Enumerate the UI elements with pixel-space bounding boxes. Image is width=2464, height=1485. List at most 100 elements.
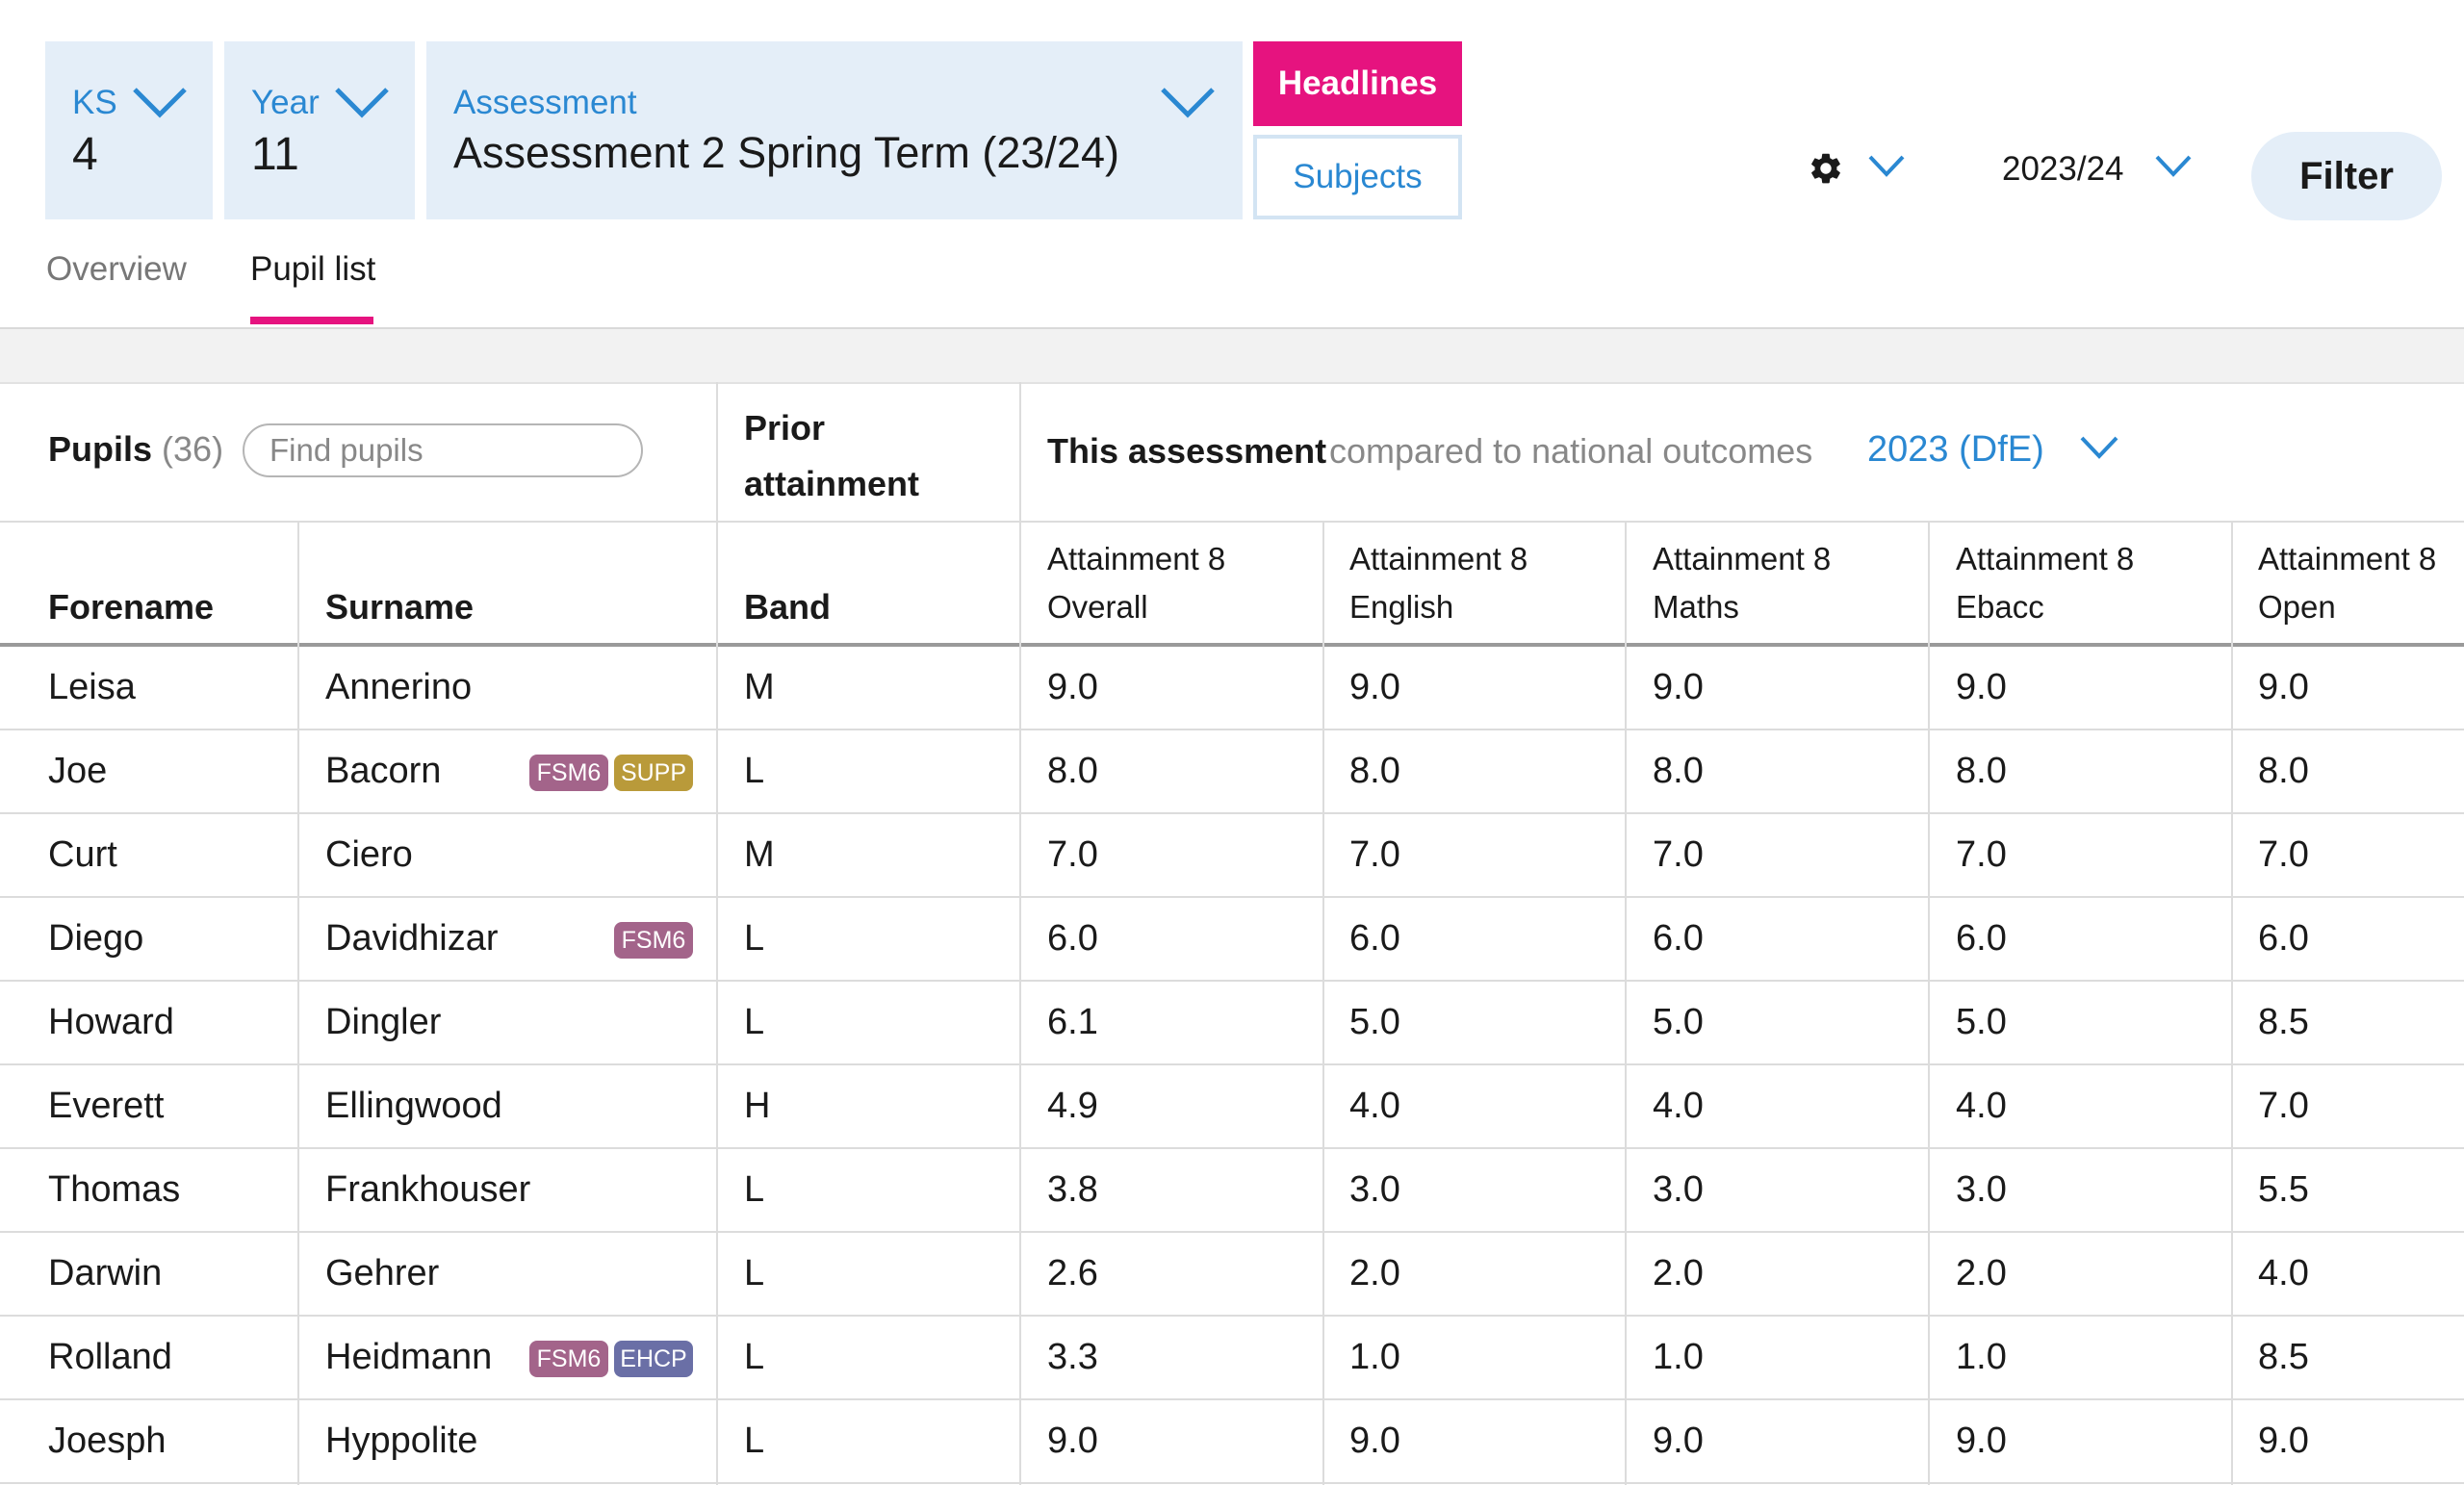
score-cell: 7.0 (1047, 834, 1098, 875)
table-row[interactable]: Joesph Hyppolite L 9.0 9.0 9.0 9.0 9.0 (0, 1400, 2464, 1484)
academic-year-select[interactable]: 2023/24 (1998, 142, 2192, 192)
score-cell: 8.0 (1956, 751, 2007, 791)
score-cell: 7.0 (2258, 1086, 2309, 1126)
assessment-value: Assessment 2 Spring Term (23/24) (453, 128, 1119, 177)
column-header-forename[interactable]: Forename (48, 587, 214, 627)
forename-cell: Rolland (48, 1337, 172, 1377)
score-cell: 3.0 (1653, 1169, 1704, 1210)
score-cell: 1.0 (1653, 1337, 1704, 1377)
filter-button[interactable]: Filter (2251, 132, 2442, 220)
score-cell: 9.0 (1349, 667, 1400, 707)
table-row[interactable]: Darwin Gehrer L 2.6 2.0 2.0 2.0 4.0 (0, 1233, 2464, 1317)
forename-cell: Everett (48, 1086, 165, 1126)
table-row[interactable]: Curt Ciero M 7.0 7.0 7.0 7.0 7.0 (0, 814, 2464, 898)
score-cell: 7.0 (1956, 834, 2007, 875)
score-cell: 6.0 (1047, 918, 1098, 959)
table-row[interactable]: Thomas Frankhouser L 3.8 3.0 3.0 3.0 5.5 (0, 1149, 2464, 1233)
year-value: 11 (251, 129, 299, 180)
score-cell: 6.0 (2258, 918, 2309, 959)
header-divider (0, 521, 2464, 523)
score-cell: 9.0 (1047, 1421, 1098, 1461)
badge-supp: SUPP (614, 755, 693, 791)
compared-to-text: compared to national outcomes (1329, 431, 1813, 471)
band-cell: L (744, 1253, 765, 1293)
subjects-button[interactable]: Subjects (1253, 135, 1462, 219)
table-row[interactable]: Leisa Annerino M 9.0 9.0 9.0 9.0 9.0 (0, 647, 2464, 730)
chevron-down-icon (335, 88, 389, 118)
score-cell: 5.0 (1349, 1002, 1400, 1042)
table-row[interactable]: Joe Bacorn L 8.0 8.0 8.0 8.0 8.0 SUPP FSM6 (0, 730, 2464, 814)
score-cell: 7.0 (1349, 834, 1400, 875)
column-header-a8-open[interactable]: Attainment 8 Open (2258, 535, 2436, 631)
chevron-down-icon (2080, 436, 2118, 459)
badge-fsm6: FSM6 (614, 922, 693, 959)
score-cell: 8.0 (1349, 751, 1400, 791)
section-separator (0, 329, 2464, 384)
national-dataset-select[interactable]: 2023 (DfE) (1867, 427, 2118, 477)
column-header-a8-ebacc[interactable]: Attainment 8 Ebacc (1956, 535, 2134, 631)
score-cell: 5.5 (2258, 1169, 2309, 1210)
year-selector[interactable]: Year 11 (224, 41, 415, 219)
chevron-down-icon (1868, 155, 1905, 177)
column-header-band[interactable]: Band (744, 587, 831, 627)
ks-label: KS (72, 84, 117, 121)
surname-cell: Frankhouser (325, 1169, 531, 1210)
pupils-label: Pupils (48, 429, 153, 469)
score-cell: 8.5 (2258, 1002, 2309, 1042)
surname-cell: Ciero (325, 834, 413, 875)
score-cell: 5.0 (1956, 1002, 2007, 1042)
score-cell: 9.0 (1047, 667, 1098, 707)
column-header-surname[interactable]: Surname (325, 587, 474, 627)
band-cell: L (744, 918, 765, 959)
active-tab-indicator (250, 317, 373, 324)
column-header-a8-overall[interactable]: Attainment 8 Overall (1047, 535, 1225, 631)
score-cell: 7.0 (1653, 834, 1704, 875)
score-cell: 1.0 (1349, 1337, 1400, 1377)
score-cell: 8.0 (1047, 751, 1098, 791)
table-row[interactable]: Rolland Heidmann L 3.3 1.0 1.0 1.0 8.5 EHCP FSM6 (0, 1317, 2464, 1400)
prior-attainment-heading: Prior attainment (744, 408, 920, 503)
score-cell: 4.9 (1047, 1086, 1098, 1126)
badge-fsm6: FSM6 (529, 755, 608, 791)
forename-cell: Darwin (48, 1253, 163, 1293)
score-cell: 3.8 (1047, 1169, 1098, 1210)
score-cell: 6.0 (1653, 918, 1704, 959)
column-header-a8-english[interactable]: Attainment 8 English (1349, 535, 1527, 631)
score-cell: 3.0 (1349, 1169, 1400, 1210)
band-cell: L (744, 1421, 765, 1461)
find-pupils-input[interactable] (243, 423, 643, 477)
score-cell: 4.0 (1349, 1086, 1400, 1126)
band-cell: L (744, 1337, 765, 1377)
year-label: Year (251, 84, 320, 121)
table-row[interactable]: Howard Dingler L 6.1 5.0 5.0 5.0 8.5 (0, 982, 2464, 1065)
forename-cell: Joe (48, 751, 108, 791)
tab-pupil-list[interactable]: Pupil list (250, 250, 375, 289)
academic-year-value: 2023/24 (2002, 150, 2124, 188)
score-cell: 6.0 (1349, 918, 1400, 959)
national-dataset-value: 2023 (DfE) (1867, 429, 2044, 470)
pupils-heading: Pupils (36) (48, 429, 223, 470)
table-row[interactable]: Everett Ellingwood H 4.9 4.0 4.0 4.0 7.0 (0, 1065, 2464, 1149)
band-cell: L (744, 1002, 765, 1042)
score-cell: 7.0 (2258, 834, 2309, 875)
chevron-down-icon (133, 88, 187, 118)
settings-menu[interactable] (1804, 142, 1910, 192)
score-cell: 4.0 (1956, 1086, 2007, 1126)
score-cell: 4.0 (1653, 1086, 1704, 1126)
surname-cell: Dingler (325, 1002, 442, 1042)
headlines-button[interactable]: Headlines (1253, 41, 1462, 126)
tab-overview[interactable]: Overview (46, 250, 187, 289)
score-cell: 9.0 (1956, 667, 2007, 707)
table-row[interactable]: Diego Davidhizar L 6.0 6.0 6.0 6.0 6.0 FSM6 (0, 898, 2464, 982)
forename-cell: Diego (48, 918, 144, 959)
chevron-down-icon (1161, 88, 1215, 118)
ks-selector[interactable]: KS 4 (45, 41, 213, 219)
score-cell: 6.0 (1956, 918, 2007, 959)
score-cell: 9.0 (1956, 1421, 2007, 1461)
column-header-a8-maths[interactable]: Attainment 8 Maths (1653, 535, 1831, 631)
band-cell: M (744, 834, 775, 875)
assessment-selector[interactable]: Assessment Assessment 2 Spring Term (23/… (426, 41, 1243, 219)
row-divider (0, 1482, 2464, 1484)
band-cell: M (744, 667, 775, 707)
forename-cell: Howard (48, 1002, 174, 1042)
